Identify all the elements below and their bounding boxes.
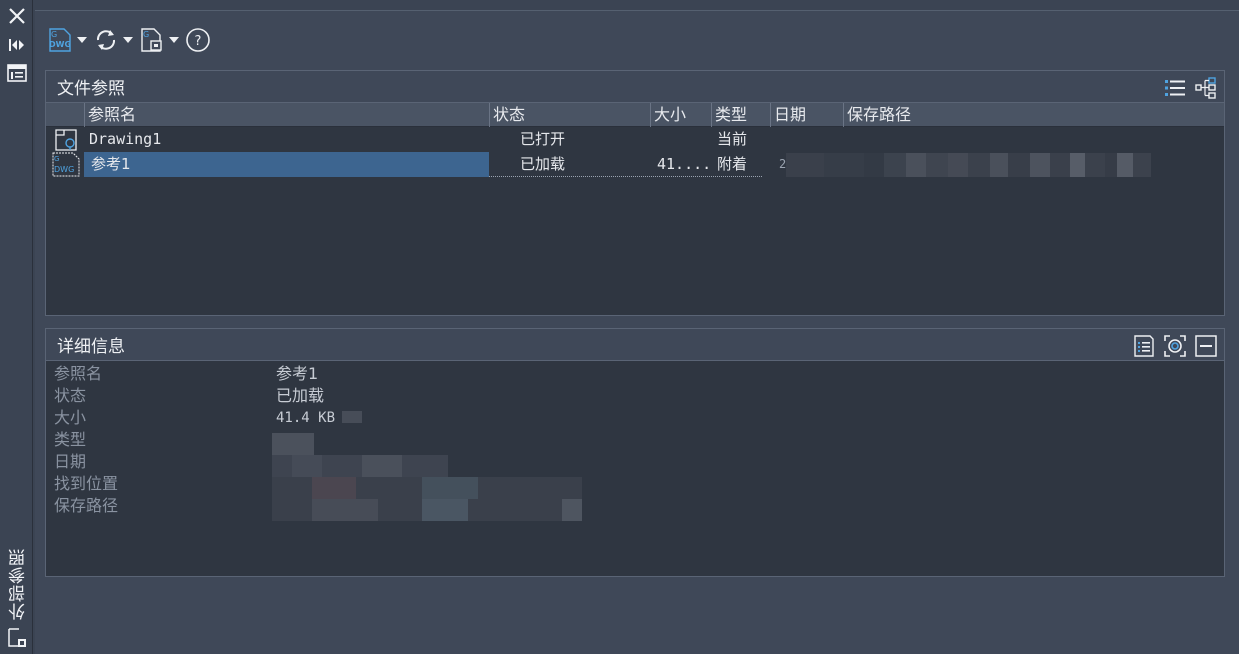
column-icon (46, 103, 84, 127)
detail-label: 参照名 (54, 364, 103, 383)
detail-label: 类型 (54, 430, 87, 449)
detail-value: 41.4 KB (276, 410, 336, 426)
row-name: 参考1 (91, 155, 131, 173)
file-references-section: 文件参照 参照名 状态 大小 类型 日期 保存路径 Drawing1 已打开 当… (45, 70, 1225, 316)
row-type: 附着 (717, 155, 748, 173)
details-header: 详细信息 (46, 329, 1224, 361)
preview-button[interactable] (1162, 333, 1187, 358)
column-saved-path[interactable]: 保存路径 (843, 103, 1224, 127)
dwg-file-icon: G DWG (49, 152, 83, 177)
details-list-icon (1133, 334, 1154, 357)
details-section: 详细信息 参照名 参考1 状态 已加载 大小 41.4 KB 类型 日期 找到位… (45, 328, 1225, 577)
detail-value: 已加载 (276, 386, 325, 405)
svg-text:G: G (54, 155, 59, 163)
help-icon: ? (186, 28, 210, 52)
minimize-icon (1194, 334, 1217, 357)
svg-text:G: G (143, 30, 149, 39)
column-type[interactable]: 类型 (711, 103, 770, 127)
svg-text:DWG: DWG (54, 165, 74, 174)
row-name: Drawing1 (89, 130, 162, 148)
palette-side-strip: 外部参照 (0, 0, 33, 654)
file-references-title: 文件参照 (57, 79, 125, 99)
collapse-details-button[interactable] (1193, 333, 1218, 358)
table-row[interactable]: Drawing1 已打开 当前 (46, 127, 1224, 152)
detail-label: 日期 (54, 452, 87, 471)
close-icon[interactable] (5, 5, 28, 27)
list-view-icon (1164, 79, 1185, 96)
row-size: 41.... (657, 155, 711, 173)
row-size (656, 127, 711, 152)
chevron-down-icon (169, 37, 179, 43)
row-status: 已加载 (520, 155, 566, 173)
change-path-button[interactable]: G (137, 25, 167, 55)
change-path-icon: G (141, 28, 162, 52)
file-references-column-header: 参照名 状态 大小 类型 日期 保存路径 (46, 103, 1224, 127)
file-references-header: 文件参照 (46, 71, 1224, 103)
attach-dwg-button[interactable]: G DWG (45, 25, 75, 55)
tree-view-button[interactable] (1193, 75, 1218, 100)
refresh-button[interactable] (91, 25, 121, 55)
detail-label: 大小 (54, 408, 87, 427)
refresh-icon (96, 30, 116, 50)
change-path-dropdown-button[interactable] (167, 25, 181, 55)
help-label: ? (195, 34, 202, 49)
row-type: 当前 (717, 130, 748, 148)
svg-text:G: G (51, 30, 57, 39)
preview-icon (1163, 334, 1186, 357)
attach-dwg-icon: G DWG (49, 28, 71, 52)
details-title: 详细信息 (57, 337, 125, 357)
column-reference-name[interactable]: 参照名 (84, 103, 489, 127)
xref-palette-icon (5, 626, 29, 650)
row-status: 已打开 (520, 130, 566, 148)
column-status[interactable]: 状态 (489, 103, 650, 127)
refresh-dropdown-button[interactable] (121, 25, 135, 55)
column-size[interactable]: 大小 (650, 103, 711, 127)
attach-dropdown-button[interactable] (75, 25, 89, 55)
detail-label: 状态 (54, 386, 87, 405)
detail-label: 保存路径 (54, 496, 119, 515)
chevron-down-icon (77, 37, 87, 43)
detail-value: 参考1 (276, 364, 319, 383)
details-view-button[interactable] (1131, 333, 1156, 358)
column-date[interactable]: 日期 (770, 103, 843, 127)
tree-view-icon (1194, 76, 1216, 99)
list-view-button[interactable] (1162, 75, 1187, 100)
toolbar: G DWG G ? (45, 25, 213, 55)
detail-label: 找到位置 (54, 474, 119, 493)
collapse-arrows-icon[interactable] (5, 34, 28, 56)
xref-manager-panel: G DWG G ? 文件参照 参照名 状态 大小 类型 日期 保存路径 Draw… (35, 10, 1239, 654)
table-row[interactable]: G DWG 参考1 已加载 41.... 附着 2025 (46, 152, 1224, 177)
help-button[interactable]: ? (183, 25, 213, 55)
svg-text:DWG: DWG (49, 40, 71, 49)
palette-title: 外部参照 (9, 548, 29, 620)
chevron-down-icon (123, 37, 133, 43)
row-path-obscured (786, 153, 1151, 177)
drawing-icon (54, 128, 80, 153)
properties-icon[interactable] (5, 62, 28, 84)
